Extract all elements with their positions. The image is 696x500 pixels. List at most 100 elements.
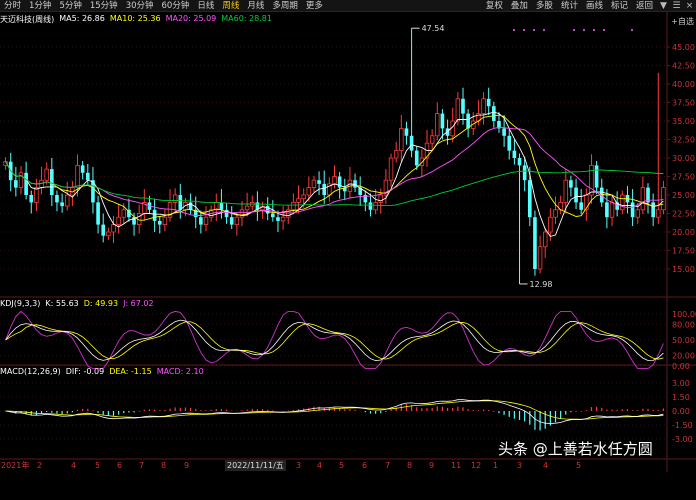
price-axis-label: 22.50 <box>672 210 695 219</box>
candle-up <box>656 209 661 218</box>
ma60-value: MA60: 28.81 <box>221 14 272 23</box>
signal-marker <box>523 29 525 31</box>
candle-down <box>461 98 465 114</box>
candle-up <box>543 231 548 248</box>
date-axis-label: 11 <box>451 461 461 470</box>
kdj-axis-label: 100.00 <box>672 310 696 319</box>
kdj-title: KDJ(9,3,3) <box>0 299 41 308</box>
candle-down <box>96 202 100 225</box>
candle-down <box>85 172 90 181</box>
candle-up <box>399 127 404 151</box>
macd-macd-value: MACD: 2.10 <box>156 367 204 376</box>
candle-down <box>24 172 28 195</box>
candle-up <box>609 201 615 218</box>
date-axis-label: 9 <box>429 461 434 470</box>
candle-up <box>34 187 39 203</box>
candle-down <box>594 165 599 188</box>
macd-legend: MACD(12,26,9) DIF: -0.09 DEA: -1.15 MACD… <box>0 367 204 376</box>
candle-up <box>455 98 461 122</box>
date-axis-label: 5 <box>339 461 344 470</box>
date-axis-label: 9 <box>184 461 189 470</box>
date-axis-label: 5 <box>576 461 581 470</box>
kdj-axis-label: 0.00 <box>672 362 690 371</box>
kdj-d-value: D: 49.93 <box>83 299 119 308</box>
macd-axis-label: -3.00 <box>672 435 693 444</box>
candle-down <box>517 158 522 166</box>
candle-up <box>111 224 116 233</box>
price-axis-label: 42.50 <box>672 62 695 71</box>
candle-down <box>605 202 609 218</box>
candle-down <box>507 135 512 151</box>
candle-up <box>435 113 440 137</box>
candle-down <box>322 183 327 195</box>
stock-chart[interactable]: 47.5412.98 45.0042.5040.0037.5035.0032.5… <box>0 0 696 500</box>
date-axis-label: 6 <box>362 461 367 470</box>
candle-up <box>553 209 558 218</box>
candle-down <box>527 180 532 218</box>
candle-up <box>291 201 296 211</box>
date-axis-start: 2021年 <box>1 460 29 470</box>
candle-down <box>276 217 280 221</box>
candle-up <box>121 209 126 218</box>
candle-down <box>502 128 506 136</box>
candle-up <box>640 187 646 211</box>
cursor-date-label: 2022/11/11/五 <box>225 460 286 471</box>
price-panel: 47.54 12.98 <box>3 24 666 289</box>
price-axis-label: 45.00 <box>672 43 695 52</box>
candle-down <box>579 202 584 210</box>
candle-down <box>271 213 275 218</box>
candle-down <box>368 202 373 210</box>
price-axis-label: 17.50 <box>672 247 695 256</box>
candle-up <box>296 198 301 203</box>
candle-down <box>219 202 224 210</box>
candle-up <box>373 201 378 211</box>
candle-up <box>311 179 317 188</box>
candle-down <box>29 195 34 203</box>
candle-down <box>409 135 414 151</box>
signal-marker <box>631 29 633 31</box>
price-axis-label: 25.00 <box>672 191 695 200</box>
macd-axis-label: 0.00 <box>672 407 690 416</box>
candle-down <box>630 202 635 218</box>
price-axis-label: 30.00 <box>672 154 695 163</box>
candle-up <box>620 194 625 211</box>
macd-dif-value: DIF: -0.09 <box>65 367 105 376</box>
candle-up <box>635 209 640 218</box>
candle-up <box>172 194 178 203</box>
date-axis-label: 4 <box>71 461 76 470</box>
candle-up <box>481 98 486 115</box>
candle-up <box>429 135 435 144</box>
macd-dif-line <box>5 399 664 424</box>
macd-panel <box>5 399 665 431</box>
candle-down <box>199 217 203 225</box>
candle-up <box>306 187 312 196</box>
macd-axis-label: 1.50 <box>672 393 690 402</box>
signal-marker <box>593 29 595 31</box>
signal-marker <box>533 29 535 31</box>
candle-down <box>60 202 64 207</box>
signal-marker <box>513 29 515 31</box>
price-axis-label: 40.00 <box>672 80 695 89</box>
candle-down <box>440 113 445 129</box>
candle-up <box>106 231 111 237</box>
chart-grid <box>0 12 696 472</box>
candle-down <box>466 113 470 129</box>
date-axis-label: 4 <box>543 461 548 470</box>
candle-down <box>101 224 106 236</box>
price-axis-label: 27.50 <box>672 173 695 182</box>
price-axis-label: 32.50 <box>672 136 695 145</box>
candle-up <box>65 194 70 207</box>
candle-up <box>162 216 168 225</box>
ma-legend: 天迈科技(周线) MA5: 26.86 MA10: 25.36 MA20: 25… <box>0 14 272 25</box>
candle-down <box>353 180 357 188</box>
candle-up <box>234 216 240 225</box>
add-watchlist-button[interactable]: +自选 <box>671 16 694 27</box>
candle-down <box>14 180 18 188</box>
date-axis-label: 1 <box>493 461 498 470</box>
candle-down <box>533 217 537 269</box>
candle-down <box>80 165 85 173</box>
macd-axis-label: -1.50 <box>672 421 693 430</box>
chart-axes: 45.0042.5040.0037.5035.0032.5030.0027.50… <box>1 43 696 470</box>
candle-down <box>152 209 157 221</box>
candle-down <box>178 195 183 210</box>
